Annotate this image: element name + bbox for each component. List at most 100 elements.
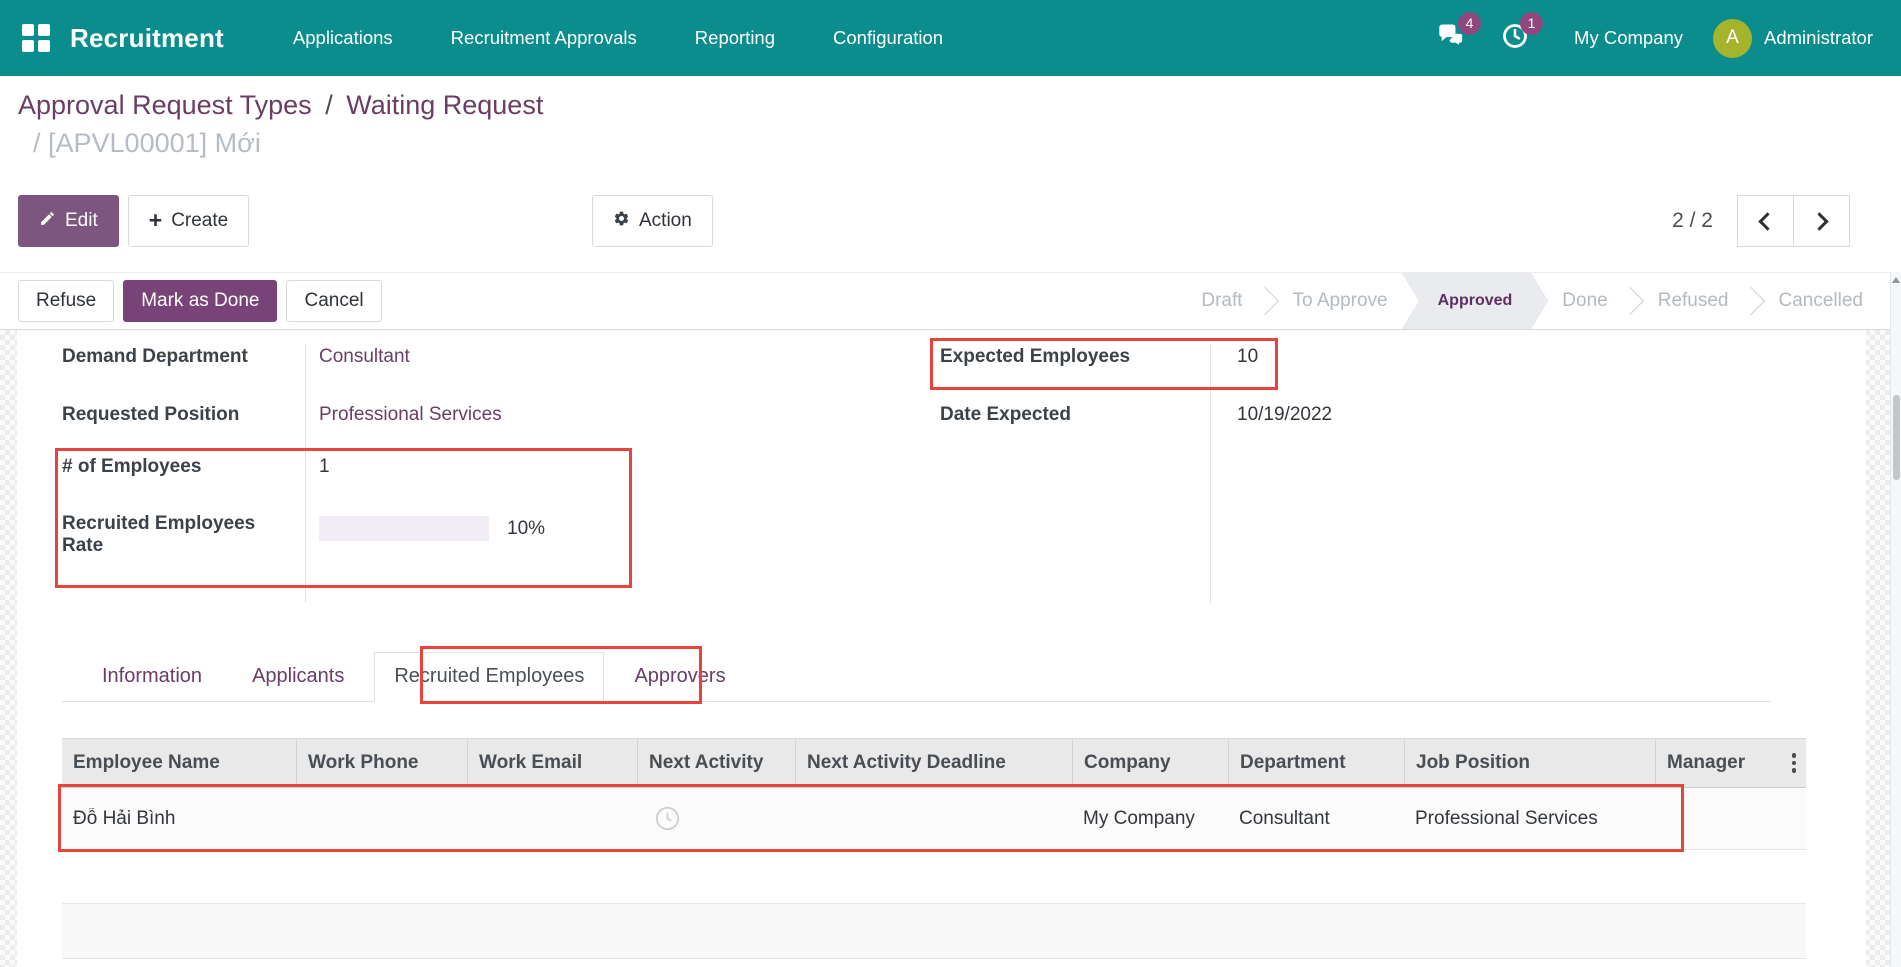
- form-fields: Demand Department Consultant Requested P…: [17, 344, 1866, 589]
- field-value: 1: [305, 454, 592, 511]
- notebook-tabs: Information Applicants Recruited Employe…: [62, 652, 1771, 702]
- table-row[interactable]: Đỗ Hải Bình My Company Consultant Profes…: [62, 788, 1806, 850]
- pager-next-button[interactable]: [1793, 195, 1850, 247]
- nav-item-applications[interactable]: Applications: [264, 0, 422, 76]
- tab-applicants[interactable]: Applicants: [232, 652, 364, 701]
- vertical-scrollbar[interactable]: [1890, 272, 1901, 967]
- pager: 2 / 2: [1672, 195, 1850, 247]
- requested-position-link[interactable]: Professional Services: [319, 404, 502, 425]
- table-header: Employee Name Work Phone Work Email Next…: [62, 738, 1806, 788]
- cell-next-activity[interactable]: [637, 805, 795, 832]
- top-navbar: Recruitment Applications Recruitment App…: [0, 0, 1901, 76]
- messages-button[interactable]: 4: [1437, 22, 1467, 55]
- field-group-left: Demand Department Consultant Requested P…: [62, 344, 592, 589]
- navbar-systray: 4 1 My Company A Administrator: [1420, 19, 1879, 58]
- status-step-draft[interactable]: Draft: [1191, 290, 1252, 312]
- edit-button[interactable]: Edit: [18, 195, 119, 247]
- field-label: Date Expected: [940, 402, 1210, 454]
- cell-department[interactable]: Consultant: [1228, 808, 1404, 830]
- user-menu[interactable]: A Administrator: [1713, 19, 1873, 58]
- nav-item-configuration[interactable]: Configuration: [804, 0, 972, 76]
- field-demand-department: Demand Department Consultant: [62, 344, 592, 402]
- chevron-separator-icon: [1250, 287, 1278, 315]
- column-header-next-activity-deadline[interactable]: Next Activity Deadline: [795, 739, 1072, 787]
- column-header-manager[interactable]: Manager: [1655, 739, 1806, 787]
- column-options-icon[interactable]: [1792, 753, 1807, 773]
- field-label: Demand Department: [62, 344, 305, 402]
- plus-icon: +: [149, 209, 162, 232]
- form-sheet: Demand Department Consultant Requested P…: [17, 330, 1866, 967]
- status-step-refused[interactable]: Refused: [1648, 290, 1739, 312]
- scrollbar-up-arrow-icon[interactable]: [1892, 277, 1900, 283]
- table-empty-row: [62, 850, 1806, 904]
- app-name[interactable]: Recruitment: [70, 23, 224, 54]
- progressbar-track: [319, 516, 489, 541]
- company-switcher[interactable]: My Company: [1574, 27, 1683, 49]
- status-step-done[interactable]: Done: [1552, 290, 1617, 312]
- create-button[interactable]: + Create: [128, 195, 249, 247]
- cell-company[interactable]: My Company: [1072, 808, 1228, 830]
- chevron-right-icon: [1810, 212, 1828, 230]
- scrollbar-thumb[interactable]: [1893, 395, 1900, 480]
- activities-badge: 1: [1520, 12, 1543, 35]
- group-separator-line: [305, 344, 306, 603]
- table-empty-row: [62, 904, 1806, 959]
- main-menu: Applications Recruitment Approvals Repor…: [264, 0, 972, 76]
- field-value: 10: [1210, 344, 1460, 402]
- mark-as-done-button[interactable]: Mark as Done: [123, 280, 277, 322]
- field-group-right: Expected Employees 10 Date Expected 10/1…: [940, 344, 1460, 589]
- tab-information[interactable]: Information: [82, 652, 222, 701]
- action-button[interactable]: Action: [592, 195, 713, 247]
- gear-icon: [613, 210, 630, 233]
- field-value: Professional Services: [305, 402, 592, 454]
- nav-item-recruitment-approvals[interactable]: Recruitment Approvals: [422, 0, 666, 76]
- pager-previous-button[interactable]: [1737, 195, 1794, 247]
- chevron-left-icon: [1758, 212, 1776, 230]
- refuse-button[interactable]: Refuse: [18, 280, 114, 322]
- cell-job-position[interactable]: Professional Services: [1404, 808, 1655, 830]
- breadcrumb-parent-link[interactable]: Approval Request Types: [18, 90, 312, 120]
- status-step-approved[interactable]: Approved: [1402, 273, 1549, 329]
- column-header-employee-name[interactable]: Employee Name: [62, 739, 296, 787]
- cancel-button[interactable]: Cancel: [286, 280, 381, 322]
- field-num-employees: # of Employees 1: [62, 454, 592, 511]
- progressbar-value: 10%: [507, 518, 545, 540]
- chevron-separator-icon: [1616, 287, 1644, 315]
- breadcrumb-separator: /: [325, 90, 333, 120]
- control-panel: Approval Request Types / Waiting Request…: [0, 86, 1901, 247]
- field-requested-position: Requested Position Professional Services: [62, 402, 592, 454]
- apps-menu-icon[interactable]: [22, 24, 50, 52]
- status-step-to-approve[interactable]: To Approve: [1283, 290, 1398, 312]
- column-header-next-activity[interactable]: Next Activity: [637, 739, 795, 787]
- activities-button[interactable]: 1: [1501, 22, 1529, 55]
- edit-button-label: Edit: [65, 210, 98, 232]
- field-value: 10/19/2022: [1210, 402, 1460, 454]
- cell-employee-name[interactable]: Đỗ Hải Bình: [62, 808, 296, 830]
- column-header-department[interactable]: Department: [1228, 739, 1404, 787]
- user-name: Administrator: [1764, 27, 1873, 49]
- next-activity-clock-icon: [654, 805, 681, 832]
- tab-approvers[interactable]: Approvers: [614, 652, 745, 701]
- breadcrumb-record: / [APVL00001] Mới: [18, 124, 1883, 162]
- column-header-job-position[interactable]: Job Position: [1404, 739, 1655, 787]
- nav-item-reporting[interactable]: Reporting: [666, 0, 804, 76]
- chevron-separator-icon: [1736, 287, 1764, 315]
- recruited-employees-table: Employee Name Work Phone Work Email Next…: [62, 738, 1806, 959]
- messages-badge: 4: [1458, 12, 1481, 35]
- breadcrumb-current-link[interactable]: Waiting Request: [346, 90, 543, 120]
- tab-recruited-employees[interactable]: Recruited Employees: [374, 652, 604, 702]
- field-date-expected: Date Expected 10/19/2022: [940, 402, 1460, 454]
- field-label: Requested Position: [62, 402, 305, 454]
- demand-department-link[interactable]: Consultant: [319, 346, 410, 367]
- field-label: Recruited Employees Rate: [62, 511, 305, 589]
- status-step-cancelled[interactable]: Cancelled: [1769, 290, 1874, 312]
- column-header-work-phone[interactable]: Work Phone: [296, 739, 467, 787]
- status-steps: Draft To Approve Approved Done Refused C…: [1191, 273, 1873, 329]
- column-header-company[interactable]: Company: [1072, 739, 1228, 787]
- field-value: 10%: [305, 511, 592, 589]
- field-label: Expected Employees: [940, 344, 1210, 402]
- column-header-manager-label: Manager: [1667, 752, 1745, 774]
- pencil-icon: [39, 210, 56, 233]
- field-value: Consultant: [305, 344, 592, 402]
- column-header-work-email[interactable]: Work Email: [467, 739, 637, 787]
